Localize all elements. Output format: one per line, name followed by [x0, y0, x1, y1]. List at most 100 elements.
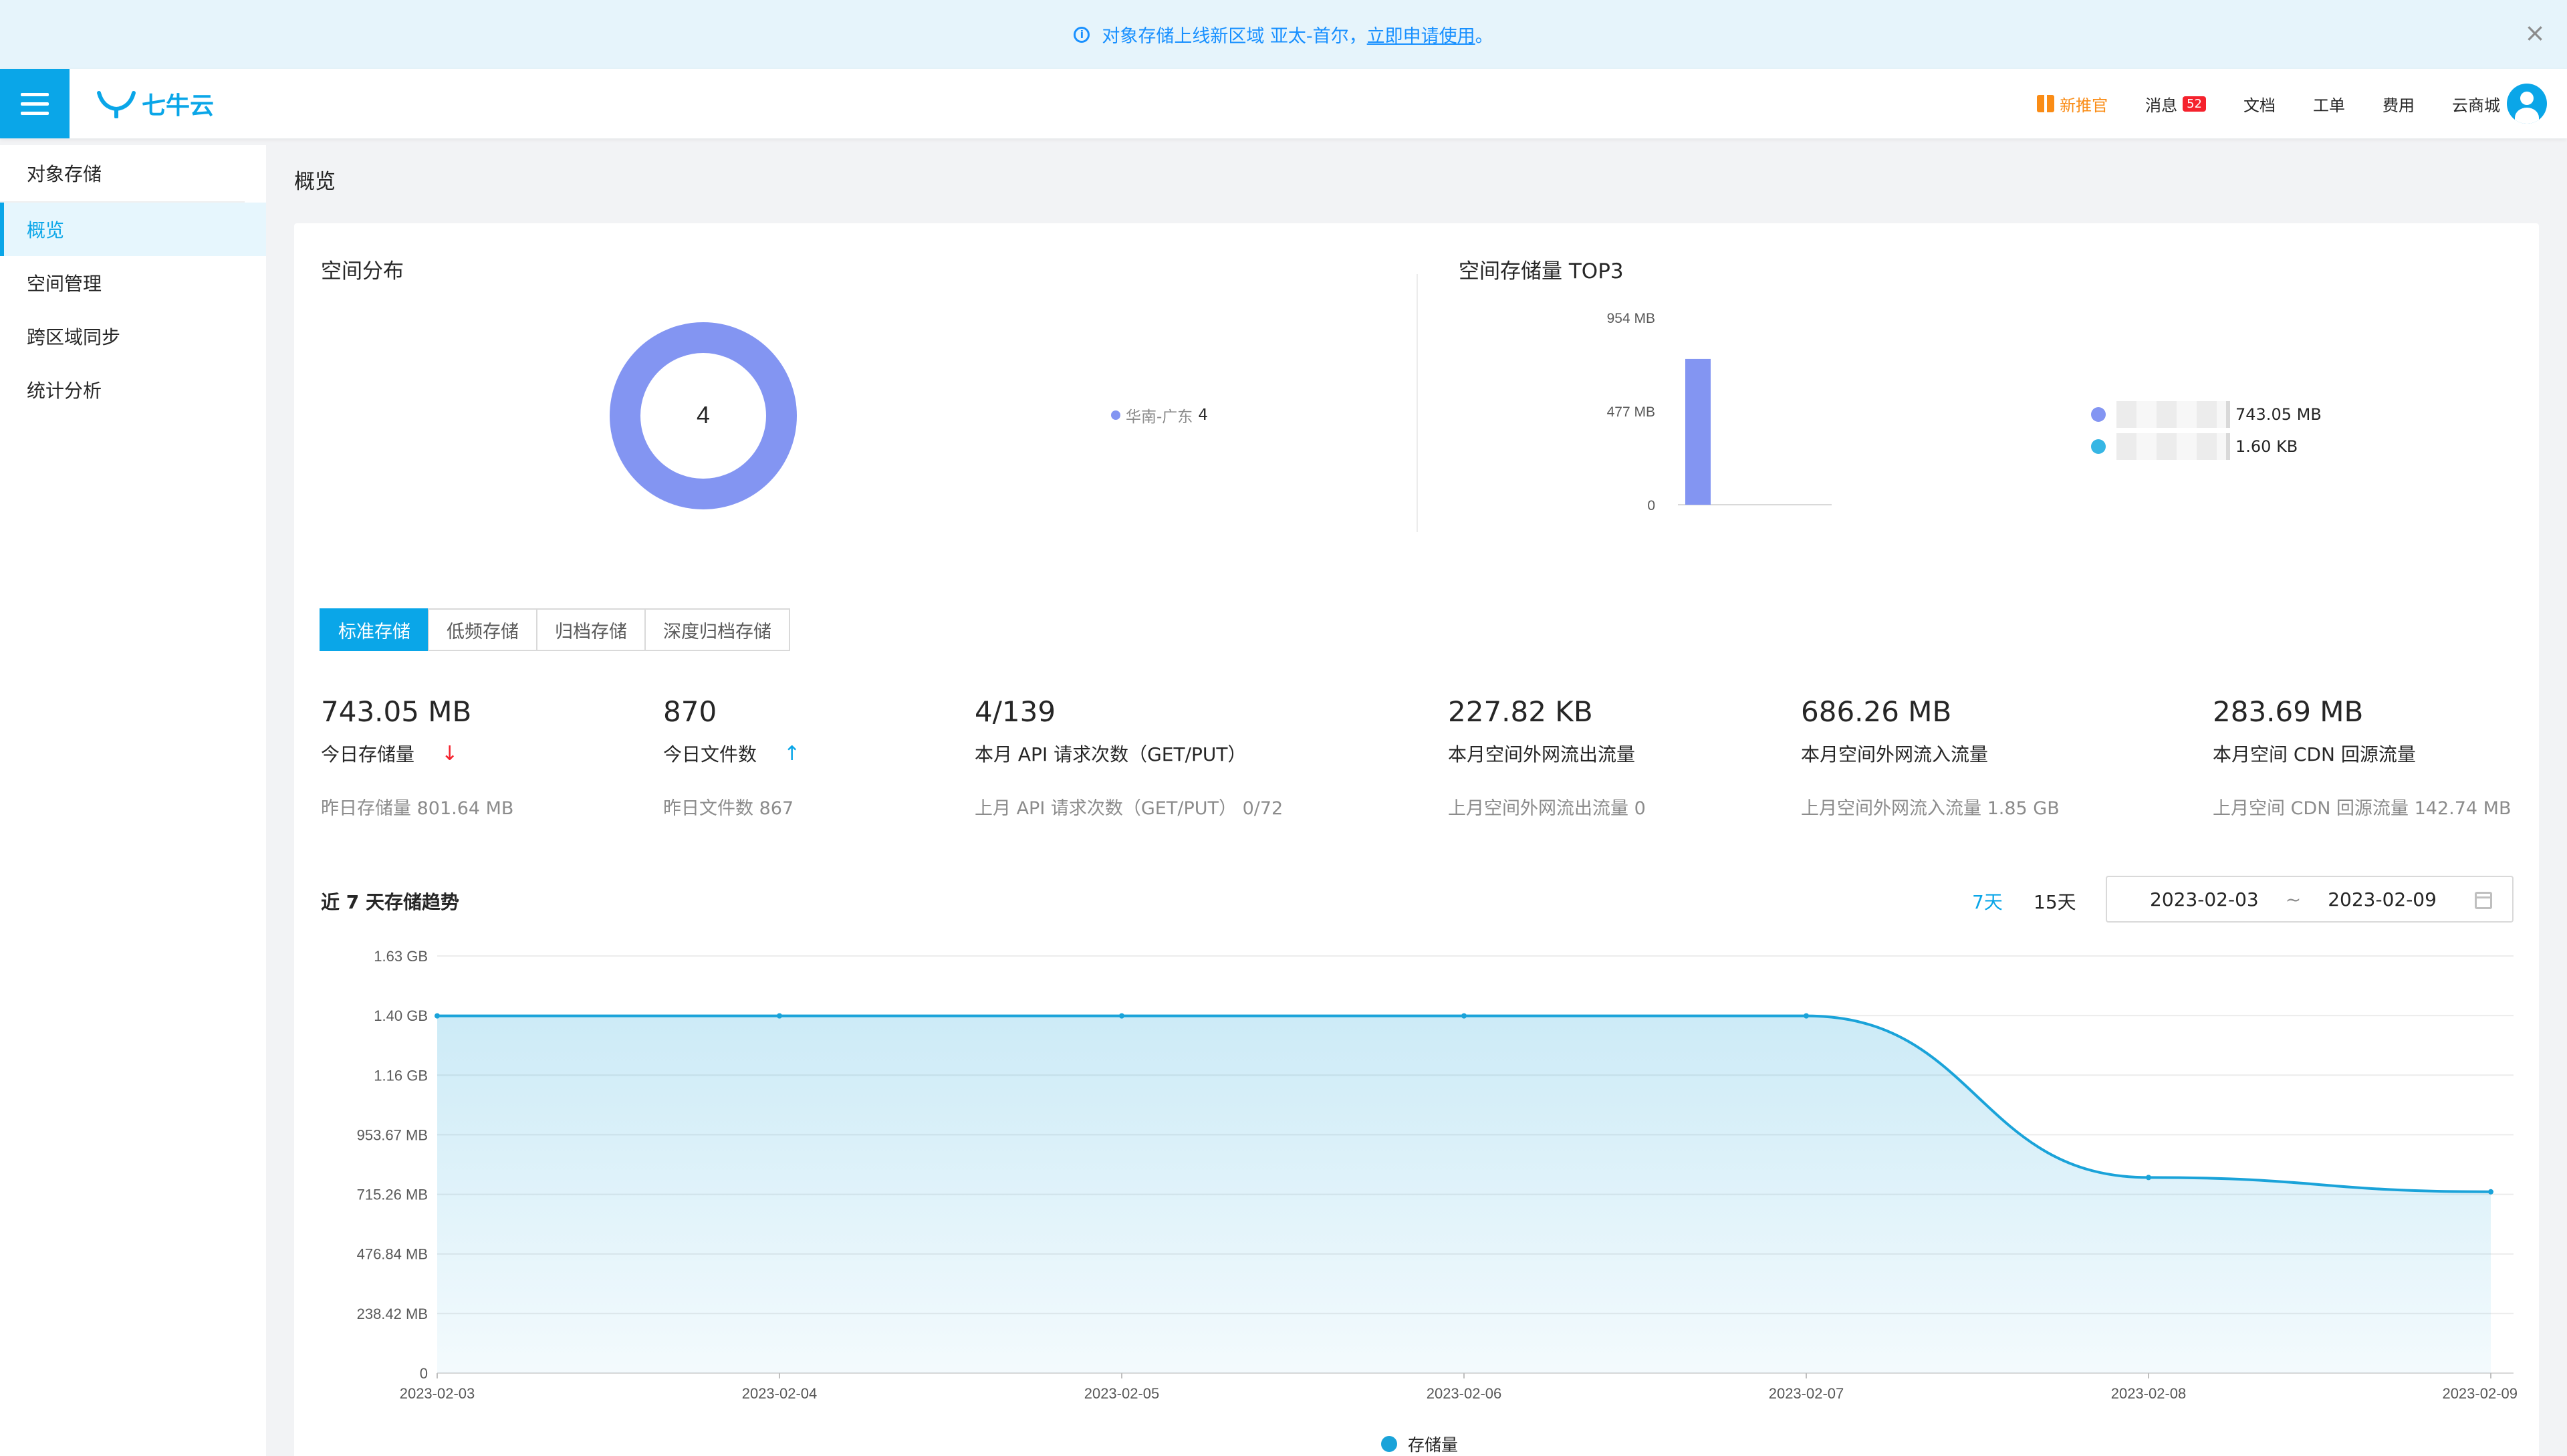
space-distribution-donut: 4: [610, 322, 797, 509]
sidebar-title: 对象存储: [0, 145, 245, 203]
trend-point: [2488, 1189, 2493, 1195]
stat-value: 4/139: [975, 695, 1056, 728]
trend-title: 近 7 天存储趋势: [321, 891, 459, 913]
date-separator: ~: [2285, 888, 2302, 911]
announcement-bar: i 对象存储上线新区域 亚太-首尔， 立即申请使用 。 ×: [0, 0, 2567, 69]
stat-sub: 上月空间外网流出流量 0: [1448, 798, 1646, 819]
legend-dot: [1381, 1436, 1397, 1452]
nav-messages[interactable]: 消息 52: [2145, 92, 2206, 116]
storage-class-tabs: 标准存储 低频存储 归档存储 深度归档存储: [320, 608, 790, 651]
trend-point: [1461, 1013, 1467, 1019]
section-divider: [1417, 274, 1418, 532]
stat-storage: 743.05 MB 今日存储量 ↓ 昨日存储量 801.64 MB: [321, 695, 513, 820]
date-end: 2023-02-09: [2328, 888, 2437, 911]
top-header: 七牛云 新推官 消息 52 文档 工单 费用 云商城: [0, 69, 2567, 138]
donut-legend: 华南-广东 4: [1111, 404, 1208, 427]
date-range-picker[interactable]: 2023-02-03 ~ 2023-02-09: [2106, 876, 2514, 923]
top3-title: 空间存储量 TOP3: [1459, 259, 1624, 283]
nav-billing[interactable]: 费用: [2382, 92, 2415, 116]
trend-point: [1119, 1013, 1124, 1019]
logo-icon: [97, 91, 136, 118]
trend-y-tick: 1.16 GB: [374, 1067, 428, 1084]
nav-marketplace[interactable]: 云商城: [2452, 92, 2500, 116]
sidebar-item-overview[interactable]: 概览: [0, 203, 266, 256]
stat-label: 今日文件数: [663, 743, 757, 765]
top3-y-tick: 954 MB: [1607, 311, 1655, 326]
user-avatar[interactable]: [2507, 84, 2547, 124]
stat-sub: 昨日文件数 867: [663, 798, 794, 819]
range-15-days-button[interactable]: 15天: [2034, 888, 2076, 915]
trend-y-tick: 1.40 GB: [374, 1007, 428, 1024]
stat-label: 今日存储量: [321, 743, 415, 765]
trend-y-tick: 0: [420, 1365, 428, 1382]
stat-api-requests: 4/139 本月 API 请求次数（GET/PUT） 上月 API 请求次数（G…: [975, 695, 1283, 820]
nav-tickets[interactable]: 工单: [2313, 92, 2345, 116]
trend-x-tick: 2023-02-09: [2442, 1385, 2518, 1402]
trend-legend: 存储量: [1381, 1432, 1458, 1456]
stat-value: 870: [663, 695, 717, 728]
trend-area: [437, 1015, 2491, 1373]
donut-legend-name: 华南-广东: [1126, 408, 1193, 426]
stat-sub: 昨日存储量 801.64 MB: [321, 798, 514, 819]
trend-y-tick: 1.63 GB: [374, 948, 428, 965]
tab-archive[interactable]: 归档存储: [536, 608, 646, 651]
tab-infrequent[interactable]: 低频存储: [428, 608, 537, 651]
nav-docs[interactable]: 文档: [2243, 92, 2276, 116]
legend-dot: [1111, 410, 1120, 420]
legend-dot: [2091, 407, 2106, 422]
page-title: 概览: [294, 170, 336, 194]
stat-label: 本月空间 CDN 回源流量: [2213, 743, 2416, 765]
sidebar-item-cross-region-sync[interactable]: 跨区域同步: [0, 310, 266, 363]
logo[interactable]: 七牛云: [96, 86, 214, 121]
trend-legend-label: 存储量: [1408, 1435, 1459, 1455]
top3-legend-value: 743.05 MB: [2235, 405, 2322, 424]
trend-point: [1804, 1013, 1809, 1019]
top3-y-tick: 0: [1647, 498, 1655, 513]
stat-value: 283.69 MB: [2213, 695, 2364, 728]
range-7-days-button[interactable]: 7天: [1972, 888, 2003, 915]
stat-inbound-traffic: 686.26 MB 本月空间外网流入流量 上月空间外网流入流量 1.85 GB: [1801, 695, 2060, 820]
trend-x-tick: 2023-02-07: [1769, 1385, 1844, 1402]
space-distribution-title: 空间分布: [321, 259, 404, 283]
announcement-suffix: 。: [1475, 26, 1493, 47]
legend-dot: [2091, 439, 2106, 454]
trend-x-tick: 2023-02-06: [1427, 1385, 1502, 1402]
stat-file-count: 870 今日文件数 ↑ 昨日文件数 867: [663, 695, 800, 820]
stat-outbound-traffic: 227.82 KB 本月空间外网流出流量 上月空间外网流出流量 0: [1448, 695, 1646, 820]
donut-center-value: 4: [697, 401, 710, 429]
close-icon[interactable]: ×: [2524, 20, 2546, 45]
tab-deep-archive[interactable]: 深度归档存储: [644, 608, 790, 651]
message-count-badge: 52: [2183, 96, 2206, 112]
trend-y-tick: 715.26 MB: [357, 1187, 428, 1203]
stat-label: 本月空间外网流出流量: [1448, 743, 1636, 765]
top-nav: 新推官 消息 52 文档 工单 费用 云商城: [2037, 69, 2500, 138]
nav-recommend[interactable]: 新推官: [2037, 92, 2108, 116]
storage-trend-chart: 0 238.42 MB 476.84 MB 715.26 MB 953.67 MB 1.1…: [357, 948, 2518, 1402]
stat-value: 227.82 KB: [1448, 695, 1593, 728]
announcement-text: 对象存储上线新区域 亚太-首尔，: [1102, 26, 1367, 47]
stat-value: 743.05 MB: [321, 695, 472, 728]
trend-x-tick: 2023-02-05: [1084, 1385, 1160, 1402]
date-start: 2023-02-03: [2150, 888, 2259, 911]
apply-link[interactable]: 立即申请使用: [1367, 21, 1475, 47]
top3-y-tick: 477 MB: [1607, 404, 1655, 420]
calendar-icon: [2475, 892, 2492, 909]
trend-point: [435, 1013, 440, 1019]
stat-label: 本月空间外网流入流量: [1801, 743, 1989, 765]
info-icon: i: [1074, 26, 1090, 43]
top3-legend-row: 743.05 MB: [2091, 398, 2322, 431]
top3-legend: 743.05 MB 1.60 KB: [2091, 398, 2322, 463]
trend-x-tick: 2023-02-03: [400, 1385, 475, 1402]
hamburger-menu-button[interactable]: [0, 69, 70, 138]
tab-standard[interactable]: 标准存储: [320, 608, 429, 651]
sidebar-item-buckets[interactable]: 空间管理: [0, 256, 266, 310]
gift-icon: [2037, 95, 2055, 112]
top3-legend-value: 1.60 KB: [2235, 437, 2298, 456]
arrow-down-icon: ↓: [441, 741, 459, 765]
sidebar-item-statistics[interactable]: 统计分析: [0, 363, 266, 416]
nav-recommend-label: 新推官: [2060, 96, 2108, 115]
trend-y-tick: 953.67 MB: [357, 1126, 428, 1143]
logo-text: 七牛云: [142, 92, 215, 120]
stat-sub: 上月空间外网流入流量 1.85 GB: [1801, 798, 2060, 819]
trend-x-tick: 2023-02-04: [742, 1385, 818, 1402]
